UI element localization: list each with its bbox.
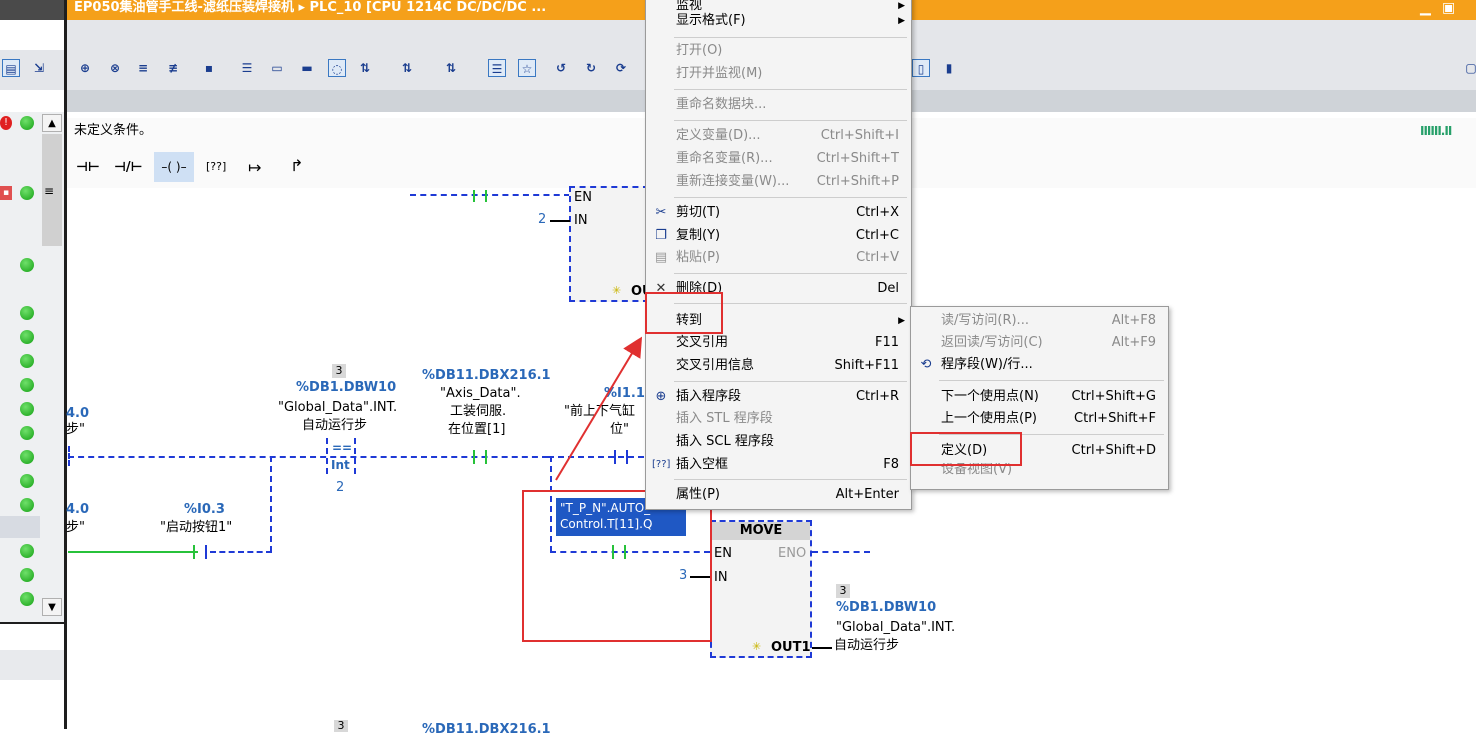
scissors-icon: ✂ xyxy=(655,205,667,220)
insert-network-icon: ⊕ xyxy=(655,389,667,404)
goto-network-icon: ⟲ xyxy=(920,357,932,372)
menu-item-insert-network[interactable]: ⊕ 插入程序段 Ctrl+R xyxy=(646,386,911,408)
menu-item-rename-db[interactable]: 重命名数据块... xyxy=(646,94,911,116)
arrow-to-goto xyxy=(555,336,643,481)
empty-box-icon: [??] xyxy=(652,459,671,470)
submenu-item-next-use[interactable]: 下一个使用点(N) Ctrl+Shift+G xyxy=(911,386,1168,408)
menu-item-insert-scl[interactable]: 插入 SCL 程序段 xyxy=(646,431,911,453)
submenu-item-network-line[interactable]: ⟲ 程序段(W)/行... xyxy=(911,354,1168,376)
menu-item-display-format[interactable]: 显示格式(F) ▶ xyxy=(646,10,911,32)
menu-item-define-tag[interactable]: 定义变量(D)... Ctrl+Shift+I xyxy=(646,125,911,147)
submenu-item-prev-use[interactable]: 上一个使用点(P) Ctrl+Shift+F xyxy=(911,408,1168,430)
menu-item-rewire-tag[interactable]: 重新连接变量(W)... Ctrl+Shift+P xyxy=(646,171,911,193)
menu-item-insert-empty-box[interactable]: [??] 插入空框 F8 xyxy=(646,454,911,476)
menu-item-cross-ref-info[interactable]: 交叉引用信息 Shift+F11 xyxy=(646,355,911,377)
menu-item-copy[interactable]: ❐ 复制(Y) Ctrl+C xyxy=(646,225,911,247)
copy-icon: ❐ xyxy=(655,228,667,243)
menu-item-cut[interactable]: ✂ 剪切(T) Ctrl+X xyxy=(646,202,911,224)
menu-item-properties[interactable]: 属性(P) Alt+Enter xyxy=(646,484,911,506)
submenu-item-back-rw-access[interactable]: 返回读/写访问(C) Alt+F9 xyxy=(911,332,1168,354)
menu-item-paste[interactable]: ▤ 粘贴(P) Ctrl+V xyxy=(646,247,911,269)
annotation-box-define xyxy=(910,432,1022,466)
context-menu: 监视 ▶ 显示格式(F) ▶ 打开(O) 打开并监视(M) 重命名数据块... 定义… xyxy=(645,0,912,510)
submenu-item-rw-access[interactable]: 读/写访问(R)... Alt+F8 xyxy=(911,310,1168,332)
annotation-box-goto xyxy=(645,292,723,334)
menu-item-cross-ref[interactable]: 交叉引用 F11 xyxy=(646,332,911,354)
paste-icon: ▤ xyxy=(654,250,668,265)
menu-item-open-monitor[interactable]: 打开并监视(M) xyxy=(646,63,911,85)
menu-item-rename-tag[interactable]: 重命名变量(R)... Ctrl+Shift+T xyxy=(646,148,911,170)
menu-item-insert-stl[interactable]: 插入 STL 程序段 xyxy=(646,408,911,430)
menu-item-open[interactable]: 打开(O) xyxy=(646,40,911,62)
